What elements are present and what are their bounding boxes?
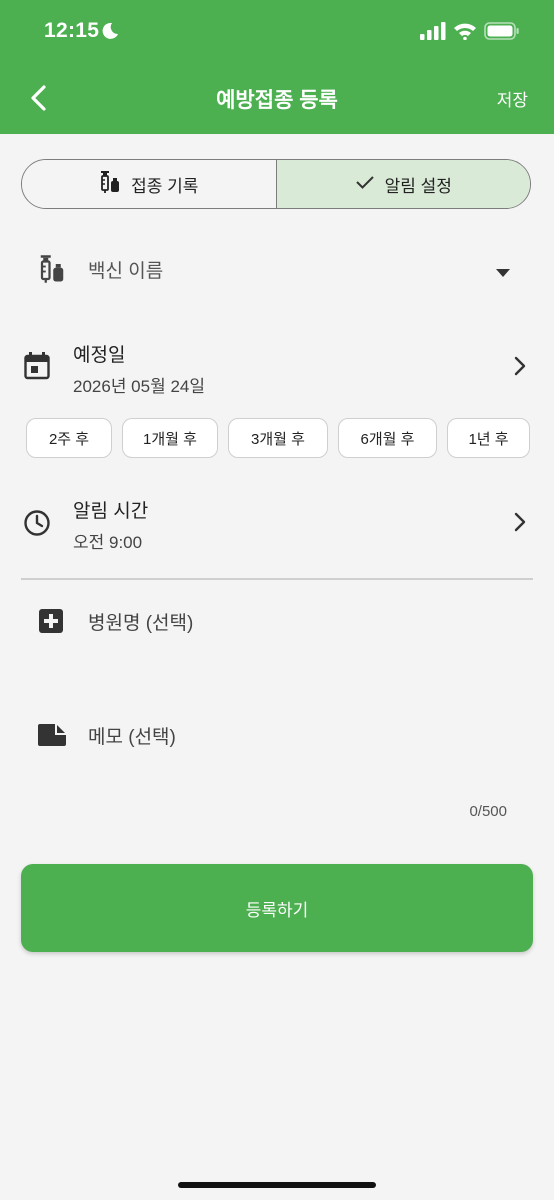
tab-alarm-settings[interactable]: 알림 설정 <box>276 160 530 208</box>
section-divider <box>21 578 533 580</box>
wifi-icon <box>453 22 477 45</box>
scheduled-date-value: 2026년 05월 24일 <box>73 377 206 396</box>
alarm-time-title: 알림 시간 <box>73 501 149 522</box>
clock-icon <box>23 509 51 542</box>
save-button[interactable]: 저장 <box>497 86 528 111</box>
dropdown-arrow-icon <box>496 264 510 282</box>
status-time: 12:15 <box>44 19 100 42</box>
tab-label: 접종 기록 <box>131 176 199 196</box>
calendar-icon <box>24 352 50 385</box>
vaccine-name-dropdown[interactable]: 백신 이름 <box>0 240 554 296</box>
chip-1-month[interactable]: 1개월 후 <box>122 418 218 458</box>
memo-field[interactable]: 메모 (선택) <box>0 710 554 762</box>
moon-icon <box>101 22 119 45</box>
scheduled-date-row[interactable]: 예정일 2026년 05월 24일 <box>0 334 554 400</box>
alarm-time-value: 오전 9:00 <box>73 533 143 552</box>
vaccine-vial-icon <box>99 170 121 199</box>
mode-tabs: 접종 기록 알림 설정 <box>21 159 531 209</box>
alarm-time-row[interactable]: 알림 시간 오전 9:00 <box>0 490 554 556</box>
tab-label: 알림 설정 <box>384 176 452 196</box>
page-title: 예방접종 등록 <box>216 89 338 112</box>
check-icon <box>355 174 375 195</box>
memo-character-counter: 0/500 <box>469 803 507 820</box>
note-icon <box>38 724 66 751</box>
app-bar: 예방접종 등록 저장 <box>0 64 554 134</box>
chevron-right-icon <box>514 512 526 537</box>
medical-cross-icon <box>39 609 63 638</box>
register-button[interactable]: 등록하기 <box>21 864 533 952</box>
chip-2-weeks[interactable]: 2주 후 <box>26 418 112 458</box>
quick-date-chips: 2주 후 1개월 후 3개월 후 6개월 후 1년 후 <box>26 418 536 460</box>
tab-vaccination-record[interactable]: 접종 기록 <box>22 160 277 208</box>
status-indicators <box>420 22 520 45</box>
battery-icon <box>484 22 520 45</box>
status-bar: 12:15 <box>0 0 554 64</box>
vaccine-name-placeholder: 백신 이름 <box>88 261 164 282</box>
home-indicator <box>178 1182 376 1188</box>
memo-placeholder: 메모 (선택) <box>88 727 176 748</box>
chip-1-year[interactable]: 1년 후 <box>447 418 530 458</box>
chip-6-months[interactable]: 6개월 후 <box>338 418 437 458</box>
scheduled-date-title: 예정일 <box>73 345 126 366</box>
chip-3-months[interactable]: 3개월 후 <box>228 418 328 458</box>
cellular-signal-icon <box>420 22 446 45</box>
hospital-name-placeholder: 병원명 (선택) <box>88 613 194 634</box>
hospital-name-field[interactable]: 병원명 (선택) <box>0 596 554 648</box>
chevron-right-icon <box>514 356 526 381</box>
vaccine-vial-icon <box>38 254 66 289</box>
